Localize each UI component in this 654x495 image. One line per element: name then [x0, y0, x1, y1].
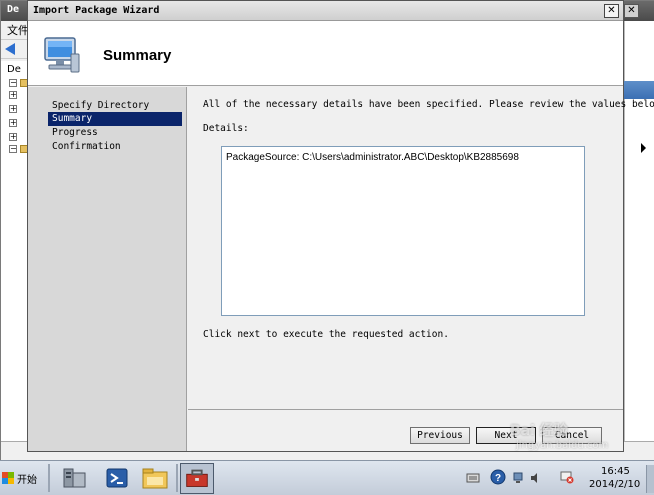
tree-expand-icon[interactable]: −	[9, 79, 17, 87]
details-value: PackageSource: C:\Users\administrator.AB…	[226, 152, 519, 163]
tree-expand-icon[interactable]: +	[9, 91, 17, 99]
step-progress[interactable]: Progress	[48, 126, 183, 140]
step-specify-directory[interactable]: Specify Directory	[48, 99, 183, 113]
taskbar-separator	[48, 464, 50, 492]
intro-text: All of the necessary details have been s…	[203, 99, 654, 110]
start-label: 开始	[17, 474, 37, 486]
clock-time[interactable]: 16:45	[601, 466, 630, 477]
system-tray: ? 16:45 2014/2/10	[460, 463, 654, 494]
watermark-url: jingyan.baidu.com	[516, 440, 609, 451]
server-manager-icon[interactable]	[58, 463, 92, 494]
background-window-title: De	[7, 4, 20, 15]
svg-text:?: ?	[495, 473, 501, 484]
page-title: Summary	[103, 47, 172, 64]
volume-icon[interactable]	[530, 472, 542, 484]
background-close-button[interactable]: ✕	[624, 4, 639, 18]
taskbar: 开始 ? 16:45 2014/2/10	[0, 460, 654, 495]
tree-expand-icon[interactable]: +	[9, 133, 17, 141]
tree-expand-icon[interactable]: +	[9, 119, 17, 127]
menu-file[interactable]: 文件	[7, 22, 29, 38]
import-package-wizard: Import Package Wizard ✕ Summary Specify …	[27, 0, 654, 452]
back-arrow-icon[interactable]	[5, 43, 15, 55]
file-explorer-icon[interactable]	[138, 463, 172, 494]
network-icon[interactable]	[512, 471, 524, 485]
start-button[interactable]: 开始	[2, 465, 42, 491]
tree-root-label[interactable]: De	[7, 64, 21, 75]
footer-instruction: Click next to execute the requested acti…	[203, 329, 449, 340]
show-desktop-button[interactable]	[646, 465, 654, 493]
watermark: Bai 经验	[510, 423, 568, 439]
wizard-close-button[interactable]: ✕	[604, 4, 619, 18]
tree-expand-icon[interactable]: +	[9, 105, 17, 113]
clock-date[interactable]: 2014/2/10	[589, 479, 640, 490]
wizard-titlebar[interactable]: Import Package Wizard ✕	[28, 1, 623, 21]
previous-button[interactable]: Previous	[410, 427, 470, 444]
wizard-title: Import Package Wizard	[33, 5, 160, 16]
help-icon[interactable]: ?	[490, 469, 506, 485]
wizard-header: Summary	[28, 21, 623, 86]
toolbox-icon[interactable]	[180, 463, 214, 494]
windows-logo-icon	[2, 472, 14, 484]
details-textbox[interactable]: PackageSource: C:\Users\administrator.AB…	[221, 146, 585, 316]
step-confirmation[interactable]: Confirmation	[48, 140, 183, 154]
step-summary[interactable]: Summary	[48, 112, 182, 126]
actions-header	[624, 81, 654, 99]
submenu-arrow-icon[interactable]	[641, 143, 646, 153]
flag-alert-icon[interactable]	[560, 470, 574, 484]
wizard-content: All of the necessary details have been s…	[188, 87, 654, 409]
keyboard-icon[interactable]	[466, 471, 480, 485]
details-label: Details:	[203, 123, 249, 134]
computer-monitor-icon	[44, 37, 80, 73]
powershell-icon[interactable]	[100, 463, 134, 494]
tree-expand-icon[interactable]: −	[9, 145, 17, 153]
taskbar-separator	[176, 464, 178, 492]
wizard-steps-panel: Specify Directory Summary Progress Confi…	[28, 87, 187, 451]
